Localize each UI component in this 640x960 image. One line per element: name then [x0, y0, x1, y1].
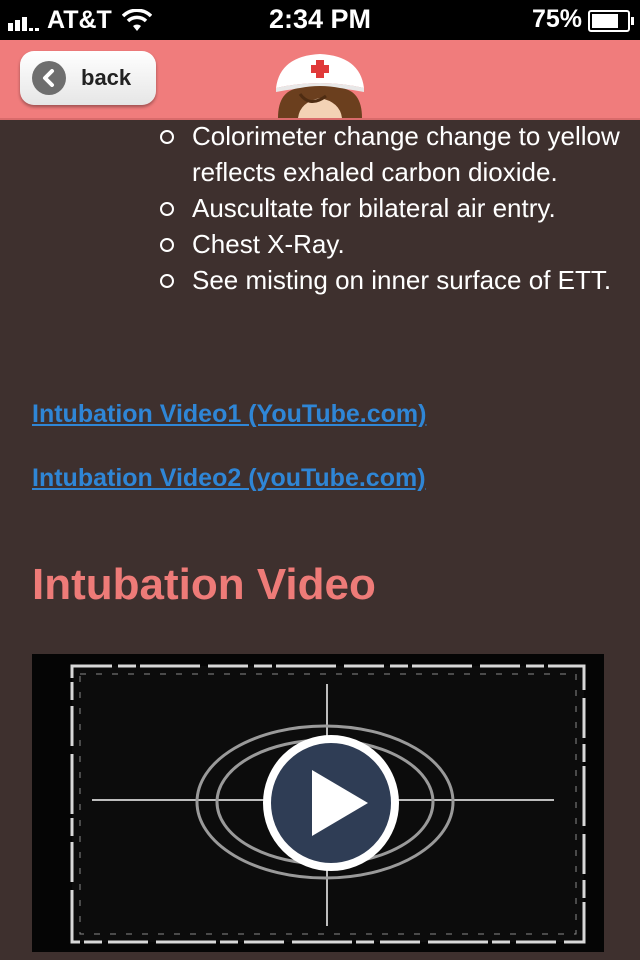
bullet-list: Colorimeter change change to yellow refl…	[160, 118, 620, 298]
intubation-video1-link[interactable]: Intubation Video1 (YouTube.com)	[32, 400, 426, 429]
section-title: Intubation Video	[32, 560, 376, 609]
bullet-circle-icon	[160, 238, 174, 252]
nurse-cap-icon	[276, 54, 364, 118]
bullet-circle-icon	[160, 130, 174, 144]
play-icon[interactable]	[260, 732, 402, 874]
bullet-circle-icon	[160, 274, 174, 288]
chevron-left-icon	[32, 61, 66, 95]
status-bar: AT&T 2:34 PM 75%	[0, 0, 640, 40]
back-button[interactable]: back	[20, 51, 156, 105]
intubation-video2-link[interactable]: Intubation Video2 (youTube.com)	[32, 464, 426, 493]
list-item: Colorimeter change change to yellow refl…	[160, 118, 620, 190]
battery-percentage: 75%	[531, 5, 582, 33]
back-button-label: back	[81, 65, 132, 90]
list-item: Chest X-Ray.	[160, 226, 620, 262]
list-item: Auscultate for bilateral air entry.	[160, 190, 620, 226]
list-item: See misting on inner surface of ETT.	[160, 262, 620, 298]
battery-icon	[588, 10, 634, 32]
video-player[interactable]	[32, 654, 604, 952]
nav-bar: back	[0, 40, 640, 120]
bullet-circle-icon	[160, 202, 174, 216]
